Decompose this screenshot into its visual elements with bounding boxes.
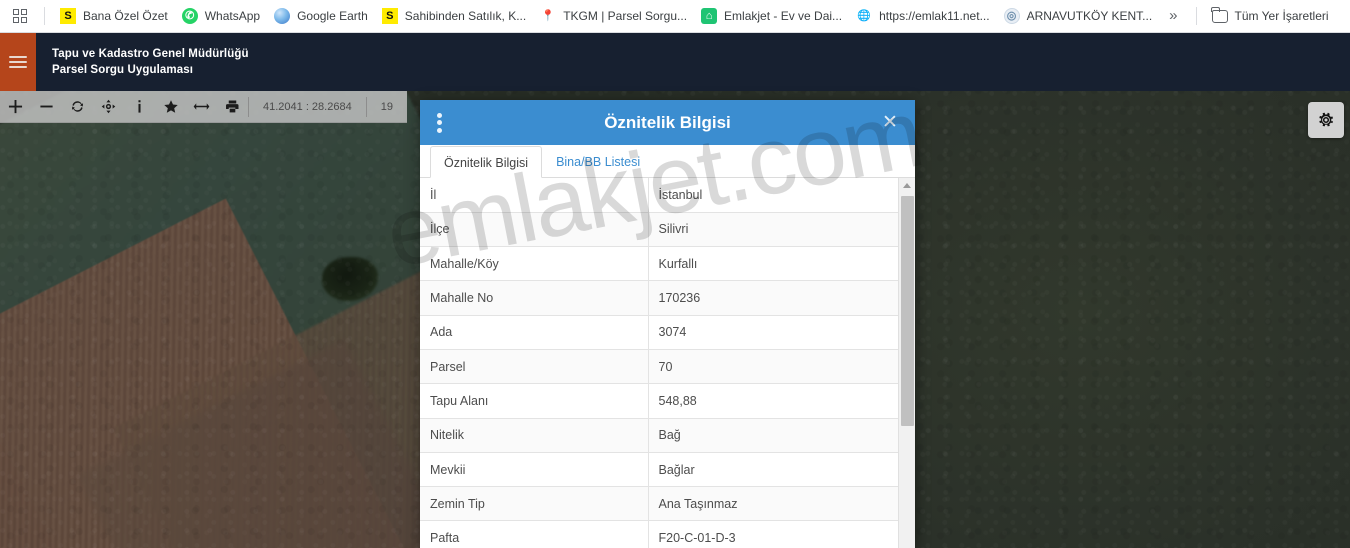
table-row: Ada 3074 <box>420 315 898 350</box>
gear-icon <box>1319 112 1333 127</box>
attribute-value: 170236 <box>648 280 898 316</box>
map-toolbar: 41.2041 : 28.2684 19 <box>0 91 407 123</box>
scroll-up-arrow-icon[interactable] <box>899 178 915 193</box>
attribute-value: İstanbul <box>648 178 898 213</box>
attribute-table: İl İstanbul İlçe Silivri Mahalle/Köy Kurfallı… <box>420 178 898 548</box>
bookmark-item-2[interactable]: Google Earth <box>267 4 375 28</box>
attribute-value: Bağ <box>648 418 898 453</box>
table-row: İl İstanbul <box>420 178 898 213</box>
attribute-value: 70 <box>648 349 898 385</box>
info-button[interactable] <box>124 91 155 123</box>
bookmark-item-6[interactable]: 🌐 https://emlak11.net... <box>849 4 997 28</box>
tab-bina-bb-listesi[interactable]: Bina/BB Listesi <box>542 145 654 177</box>
sahibinden-s-icon: S <box>381 8 398 24</box>
bookmark-overflow-button[interactable]: » <box>1159 4 1187 28</box>
attribute-key: Mahalle/Köy <box>420 246 649 282</box>
zoom-out-button[interactable] <box>31 91 62 123</box>
close-x-icon[interactable]: ✕ <box>875 100 905 145</box>
measure-button[interactable] <box>186 91 217 123</box>
dialog-body: İl İstanbul İlçe Silivri Mahalle/Köy Kurfallı… <box>420 178 915 548</box>
bookmark-label: Sahibinden Satılık, K... <box>404 9 527 23</box>
bookmark-label: https://emlak11.net... <box>879 9 990 23</box>
attribute-key: Ada <box>420 315 649 350</box>
table-row: Pafta F20-C-01-D-3 <box>420 520 898 548</box>
attribute-info-dialog: Öznitelik Bilgisi ✕ Öznitelik Bilgisi Bi… <box>420 100 915 548</box>
bookmark-item-4[interactable]: 📍 TKGM | Parsel Sorgu... <box>533 4 694 28</box>
table-row: Parsel 70 <box>420 349 898 385</box>
attribute-value: Ana Taşınmaz <box>648 486 898 522</box>
table-row: İlçe Silivri <box>420 212 898 248</box>
attribute-value: Bağlar <box>648 452 898 488</box>
attribute-key: Parsel <box>420 349 649 385</box>
map-pin-icon: 📍 <box>541 9 556 22</box>
attribute-value: F20-C-01-D-3 <box>648 520 898 548</box>
scrollbar-thumb[interactable] <box>901 196 914 426</box>
dialog-titlebar[interactable]: Öznitelik Bilgisi ✕ <box>420 100 915 145</box>
bookmark-divider <box>1195 7 1197 25</box>
attribute-key: İl <box>420 178 649 213</box>
refresh-button[interactable] <box>62 91 93 123</box>
app-title-line1: Tapu ve Kadastro Genel Müdürlüğü <box>52 48 249 60</box>
bookmark-label: TKGM | Parsel Sorgu... <box>563 9 688 23</box>
table-row: Tapu Alanı 548,88 <box>420 383 898 419</box>
attribute-key: İlçe <box>420 212 649 248</box>
table-row: Mahalle No 170236 <box>420 280 898 316</box>
map-zoom-level-display: 19 <box>380 100 393 113</box>
print-button[interactable] <box>217 91 248 123</box>
table-row: Nitelik Bağ <box>420 418 898 453</box>
bookmark-item-1[interactable]: ✆ WhatsApp <box>175 4 267 28</box>
apps-grid-icon[interactable] <box>8 4 32 28</box>
attribute-key: Mahalle No <box>420 280 649 316</box>
bookmark-item-0[interactable]: S Bana Özel Özet <box>53 4 175 28</box>
attribute-key: Zemin Tip <box>420 486 649 522</box>
bookmark-item-3[interactable]: S Sahibinden Satılık, K... <box>375 4 533 28</box>
bookmark-divider <box>44 7 45 25</box>
whatsapp-icon: ✆ <box>181 8 198 24</box>
arnavutkoy-icon: ◎ <box>1003 8 1020 24</box>
attribute-key: Pafta <box>420 520 649 548</box>
attribute-key: Mevkii <box>420 452 649 488</box>
bookmark-label: Emlakjet - Ev ve Dai... <box>724 9 843 23</box>
bookmark-label: WhatsApp <box>204 9 261 23</box>
page-title: Tapu ve Kadastro Genel Müdürlüğü Parsel … <box>36 33 249 91</box>
tab-oznitelik-bilgisi[interactable]: Öznitelik Bilgisi <box>430 146 543 178</box>
emlakjet-icon: ⌂ <box>701 8 718 24</box>
attribute-value: Silivri <box>648 212 898 248</box>
table-row: Mahalle/Köy Kurfallı <box>420 246 898 282</box>
map-coordinates-display: 41.2041 : 28.2684 <box>263 100 352 113</box>
google-earth-icon <box>274 8 291 24</box>
attribute-value: Kurfallı <box>648 246 898 282</box>
bookmark-label: Google Earth <box>297 9 368 23</box>
all-bookmarks-button[interactable]: Tüm Yer İşaretleri <box>1205 4 1336 28</box>
zoom-in-button[interactable] <box>0 91 31 123</box>
table-row: Zemin Tip Ana Taşınmaz <box>420 486 898 522</box>
dialog-scrollbar[interactable] <box>898 178 915 548</box>
hamburger-menu-icon[interactable] <box>0 33 36 91</box>
pan-button[interactable] <box>93 91 124 123</box>
bookmark-label: Bana Özel Özet <box>83 9 168 23</box>
sahibinden-s-icon: S <box>60 8 76 24</box>
attribute-value: 3074 <box>648 315 898 350</box>
dialog-title: Öznitelik Bilgisi <box>604 113 731 132</box>
bookmark-item-7[interactable]: ◎ ARNAVUTKÖY KENT... <box>997 4 1160 28</box>
folder-icon <box>1210 6 1228 23</box>
attribute-key: Nitelik <box>420 418 649 453</box>
attribute-value: 548,88 <box>648 383 898 419</box>
globe-icon: 🌐 <box>857 9 871 22</box>
attribute-key: Tapu Alanı <box>420 383 649 419</box>
bookmark-label: ARNAVUTKÖY KENT... <box>1026 9 1153 23</box>
table-row: Mevkii Bağlar <box>420 452 898 488</box>
settings-button[interactable] <box>1308 102 1344 138</box>
favorite-button[interactable] <box>155 91 186 123</box>
all-bookmarks-label: Tüm Yer İşaretleri <box>1234 9 1329 23</box>
dialog-tab-bar: Öznitelik Bilgisi Bina/BB Listesi <box>420 145 915 178</box>
browser-bookmark-bar: S Bana Özel Özet ✆ WhatsApp Google Earth… <box>0 0 1350 33</box>
bookmark-item-5[interactable]: ⌂ Emlakjet - Ev ve Dai... <box>694 4 849 28</box>
kebab-menu-icon[interactable] <box>420 100 458 145</box>
app-title-line2: Parsel Sorgu Uygulaması <box>52 64 193 76</box>
application-header: Tapu ve Kadastro Genel Müdürlüğü Parsel … <box>0 33 1350 91</box>
